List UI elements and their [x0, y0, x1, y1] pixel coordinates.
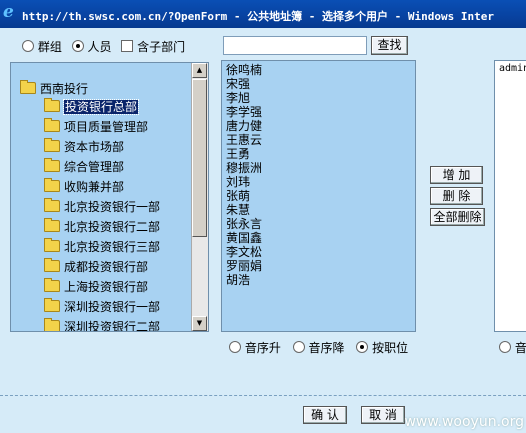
list-item[interactable]: 王勇	[226, 147, 250, 161]
sort-asc-radio[interactable]	[229, 341, 241, 353]
group-radio[interactable]	[22, 40, 34, 52]
list-item[interactable]: 唐力健	[226, 119, 262, 133]
include-sub-label: 含子部门	[137, 40, 186, 54]
tree-item-label: 北京投资银行三部	[64, 240, 161, 254]
folder-icon	[44, 298, 60, 312]
sort-position-option[interactable]: 按职位	[356, 341, 408, 355]
folder-icon	[44, 98, 60, 112]
cancel-button[interactable]: 取 消	[361, 406, 405, 424]
tree-item-label: 成都投资银行部	[64, 260, 149, 274]
tree-item-label: 深圳投资银行一部	[64, 300, 161, 314]
include-sub-option[interactable]: 含子部门	[121, 40, 185, 54]
list-item[interactable]: 李学强	[226, 105, 262, 119]
list-item[interactable]: 王惠云	[226, 133, 262, 147]
tree-scrollbar[interactable]: ▲ ▼	[191, 63, 208, 331]
person-label: 人员	[87, 40, 112, 54]
tree-item-label: 北京投资银行二部	[64, 220, 161, 234]
list-item[interactable]: 宋强	[226, 77, 250, 91]
scroll-down-arrow-icon[interactable]: ▼	[192, 316, 207, 331]
tree-item-label: 综合管理部	[64, 160, 125, 174]
tree-item[interactable]: 综合管理部	[44, 158, 125, 175]
search-button[interactable]: 查找	[371, 36, 408, 55]
tree-item[interactable]: 成都投资银行部	[44, 258, 149, 275]
internet-explorer-icon: e	[3, 2, 14, 22]
list-item[interactable]: 徐鸣楠	[226, 63, 262, 77]
tree-root[interactable]: 西南投行	[20, 80, 88, 97]
tree-root-label: 西南投行	[40, 82, 89, 96]
department-tree[interactable]: 西南投行 投资银行总部 项目质量管理部 资本市场部综合管理部收购兼并部北京投资银行一…	[10, 62, 209, 332]
list-item[interactable]: 李旭	[226, 91, 250, 105]
tree-item-label: 深圳投资银行二部	[64, 320, 161, 332]
person-radio[interactable]	[71, 40, 84, 52]
delete-all-button[interactable]: 全部删除	[430, 208, 485, 226]
tree-item[interactable]: 北京投资银行一部	[44, 198, 161, 215]
tree-item[interactable]: 深圳投资银行二部	[44, 318, 161, 332]
tree-item-label: 上海投资银行部	[64, 280, 149, 294]
group-label: 群组	[37, 40, 62, 54]
list-item[interactable]: 胡浩	[226, 273, 250, 287]
tree-item[interactable]: 北京投资银行二部	[44, 218, 161, 235]
folder-icon	[44, 118, 60, 132]
people-list[interactable]: 徐鸣楠 宋强 李旭 李学强 唐力健 王惠云 王勇 穆振洲 刘玮 张萌 朱慧 张永言 黄国鑫 李文松 罗丽娟胡…	[221, 60, 416, 332]
scroll-up-arrow-icon[interactable]: ▲	[192, 63, 207, 78]
watermark: www.wooyun.org	[404, 414, 524, 430]
ok-button[interactable]: 确 认	[303, 406, 347, 424]
group-option[interactable]: 群组	[22, 40, 62, 54]
window-title: http://th.swsc.com.cn/?OpenForm - 公共地址簿 …	[22, 10, 494, 23]
selected-sort-label: 音	[514, 341, 526, 355]
search-input[interactable]	[223, 36, 367, 55]
folder-icon	[44, 258, 60, 272]
selected-user-entry[interactable]: admin	[499, 63, 526, 74]
folder-icon	[44, 198, 60, 212]
tree-item[interactable]: 项目质量管理部	[44, 118, 149, 135]
tree-item-label: 项目质量管理部	[64, 120, 149, 134]
window-titlebar: e http://th.swsc.com.cn/?OpenForm - 公共地址…	[0, 0, 526, 28]
tree-item[interactable]: 收购兼并部	[44, 178, 125, 195]
sort-asc-option[interactable]: 音序升	[229, 341, 281, 355]
folder-icon	[44, 318, 60, 331]
tree-item-label: 北京投资银行一部	[64, 200, 161, 214]
selected-sort-radio[interactable]	[499, 341, 511, 353]
tree-item-label: 收购兼并部	[64, 180, 125, 194]
selected-users-list[interactable]: admin	[494, 60, 526, 332]
folder-icon	[44, 138, 60, 152]
list-item[interactable]: 张永言	[226, 217, 262, 231]
tree-item-label: 投资银行总部	[62, 99, 140, 115]
folder-open-icon	[20, 80, 36, 94]
folder-icon	[44, 238, 60, 252]
list-item[interactable]: 刘玮	[226, 175, 250, 189]
folder-icon	[44, 178, 60, 192]
list-item[interactable]: 朱慧	[226, 203, 250, 217]
type-options: 群组 人员 含子部门	[22, 38, 191, 55]
sort-position-label: 按职位	[372, 341, 409, 355]
list-item[interactable]: 张萌	[226, 189, 250, 203]
sort-desc-option[interactable]: 音序降	[292, 341, 345, 355]
folder-icon	[44, 158, 60, 172]
person-option[interactable]: 人员	[71, 40, 112, 54]
folder-icon	[44, 278, 60, 292]
selected-sort-option[interactable]: 音	[499, 339, 526, 356]
divider	[0, 395, 526, 396]
scroll-thumb[interactable]	[192, 79, 207, 237]
tree-item[interactable]: 深圳投资银行一部	[44, 298, 161, 315]
sort-desc-radio[interactable]	[292, 341, 305, 353]
add-button[interactable]: 增 加	[430, 166, 483, 184]
folder-icon	[44, 218, 60, 232]
tree-item[interactable]: 上海投资银行部	[44, 278, 149, 295]
sort-asc-label: 音序升	[244, 341, 281, 355]
include-sub-checkbox[interactable]	[121, 40, 134, 52]
delete-button[interactable]: 删 除	[430, 187, 483, 205]
tree-item-label: 资本市场部	[64, 140, 125, 154]
sort-options: 音序升 音序降 按职位	[229, 339, 416, 356]
list-item[interactable]: 穆振洲	[226, 161, 262, 175]
sort-position-radio[interactable]	[356, 341, 369, 353]
list-item[interactable]: 罗丽娟	[226, 259, 262, 273]
list-item[interactable]: 黄国鑫	[226, 231, 262, 245]
tree-item[interactable]: 投资银行总部	[44, 98, 140, 115]
tree-item[interactable]: 北京投资银行三部	[44, 238, 161, 255]
tree-item[interactable]: 资本市场部	[44, 138, 125, 155]
list-item[interactable]: 李文松	[226, 245, 262, 259]
sort-desc-label: 音序降	[308, 341, 345, 355]
